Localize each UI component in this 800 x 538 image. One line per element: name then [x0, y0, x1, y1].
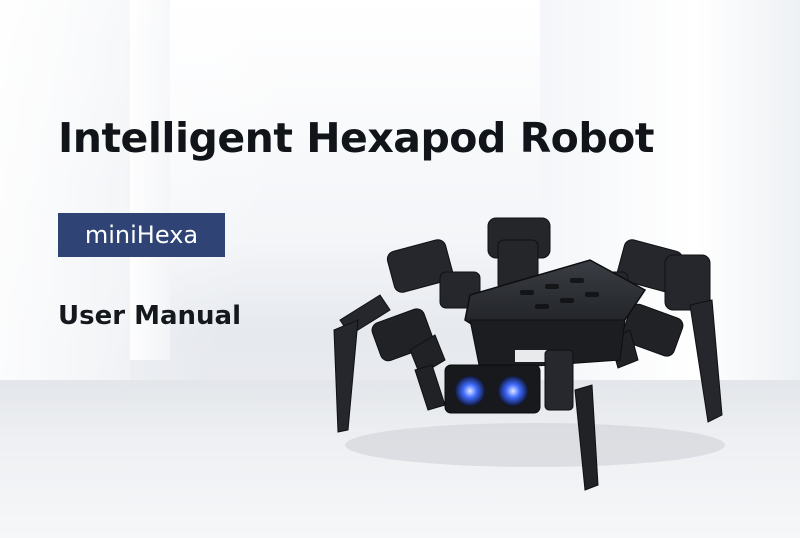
cover-subtitle: User Manual — [58, 301, 241, 331]
ultrasonic-sensor — [444, 364, 541, 414]
sensor-eye-left — [455, 376, 485, 406]
model-badge: miniHexa — [58, 213, 225, 257]
sensor-eye-right — [498, 376, 528, 406]
robot-bracket — [544, 349, 574, 411]
robot-shadow — [345, 423, 725, 467]
manual-cover: Intelligent Hexapod Robot miniHexa User … — [0, 0, 800, 538]
cover-title: Intelligent Hexapod Robot — [58, 114, 654, 162]
hexapod-robot-image — [333, 217, 725, 491]
robot-leg — [371, 308, 446, 411]
